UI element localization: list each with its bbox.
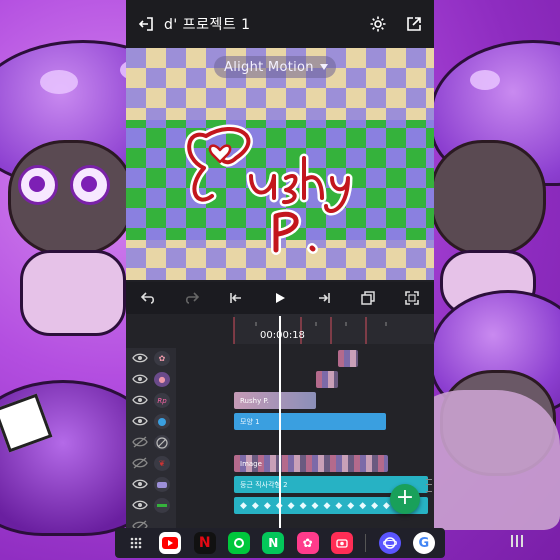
back-button[interactable] <box>132 10 160 38</box>
recent-apps-icon[interactable] <box>510 534 524 548</box>
hidden-eye-icon[interactable] <box>132 435 148 449</box>
transport-bar <box>126 282 434 314</box>
fullscreen-icon <box>405 291 419 305</box>
timecode: 00:00:18 <box>260 330 305 341</box>
text-clip[interactable]: Rushy P. <box>234 392 316 409</box>
redo-button[interactable] <box>178 284 206 312</box>
skip-end-icon <box>319 293 330 303</box>
sticker-clip[interactable] <box>316 371 338 388</box>
undo-button[interactable] <box>134 284 162 312</box>
sticker-thumbnail: ✿ <box>154 351 170 366</box>
playhead[interactable] <box>279 316 281 528</box>
apps-grid-icon[interactable] <box>125 532 147 554</box>
hidden-eye-icon[interactable] <box>132 456 148 470</box>
visibility-eye-icon[interactable] <box>132 477 148 491</box>
canvas-preview[interactable]: Alight Motion <box>126 48 434 280</box>
image-clip[interactable]: Image <box>234 455 388 472</box>
share-export-icon <box>407 17 421 31</box>
samsung-internet-icon[interactable] <box>378 532 401 554</box>
visibility-eye-icon[interactable] <box>132 351 148 365</box>
rushy-p-logo <box>184 124 353 255</box>
timeline-panel[interactable]: 00:00:18 ✿ ● Rp Rushy P. 모양 1 ❦ Image 둥근… <box>126 314 434 528</box>
webtoon-icon[interactable] <box>228 532 251 554</box>
shape-thumbnail <box>154 414 170 429</box>
text-thumbnail: Rp <box>154 393 170 408</box>
rect-thumbnail <box>154 477 170 492</box>
layers-button[interactable] <box>354 284 382 312</box>
line-thumbnail <box>154 498 170 513</box>
play-icon <box>276 293 285 303</box>
exit-icon <box>138 17 153 31</box>
visibility-eye-icon[interactable] <box>132 393 148 407</box>
redo-icon <box>185 292 200 304</box>
hidden-eye-icon[interactable] <box>132 519 148 528</box>
image-thumbnail: ❦ <box>154 456 170 471</box>
top-bar: d' 프로젝트 1 <box>126 0 434 48</box>
youtube-icon[interactable] <box>159 532 182 554</box>
netflix-icon[interactable]: N <box>193 532 216 554</box>
watermark-selector[interactable]: Alight Motion <box>214 56 336 78</box>
add-layer-button[interactable]: + <box>390 484 420 514</box>
sticker-thumbnail: ● <box>154 372 170 387</box>
mushroom-face-right <box>430 140 546 256</box>
camera-app-icon[interactable] <box>330 532 353 554</box>
visibility-eye-icon[interactable] <box>132 498 148 512</box>
alight-motion-editor: d' 프로젝트 1 Alight Motion 00:00:18 ✿ ● Rp … <box>126 0 434 528</box>
chevron-down-icon <box>319 64 328 70</box>
jump-to-start-button[interactable] <box>222 284 250 312</box>
dock-divider <box>365 534 367 552</box>
skip-start-icon <box>230 293 241 303</box>
shape-clip[interactable]: 모양 1 <box>234 413 386 430</box>
export-button[interactable] <box>400 10 428 38</box>
visibility-eye-icon[interactable] <box>132 372 148 386</box>
disabled-icon <box>154 435 170 450</box>
fullscreen-button[interactable] <box>398 284 426 312</box>
layers-icon <box>361 291 375 305</box>
naver-icon[interactable]: N <box>262 532 285 554</box>
undo-icon <box>140 292 155 304</box>
track-drag-handle[interactable] <box>426 479 432 492</box>
jump-to-end-button[interactable] <box>310 284 338 312</box>
gear-icon <box>370 16 386 32</box>
flower-app-icon[interactable]: ✿ <box>296 532 319 554</box>
app-dock: N N ✿ G <box>115 528 445 558</box>
sticker-clip[interactable] <box>338 350 358 367</box>
settings-button[interactable] <box>364 10 392 38</box>
google-icon[interactable]: G <box>412 532 435 554</box>
play-button[interactable] <box>266 284 294 312</box>
watermark-label: Alight Motion <box>224 59 314 75</box>
project-title: d' 프로젝트 1 <box>164 17 251 33</box>
visibility-eye-icon[interactable] <box>132 414 148 428</box>
